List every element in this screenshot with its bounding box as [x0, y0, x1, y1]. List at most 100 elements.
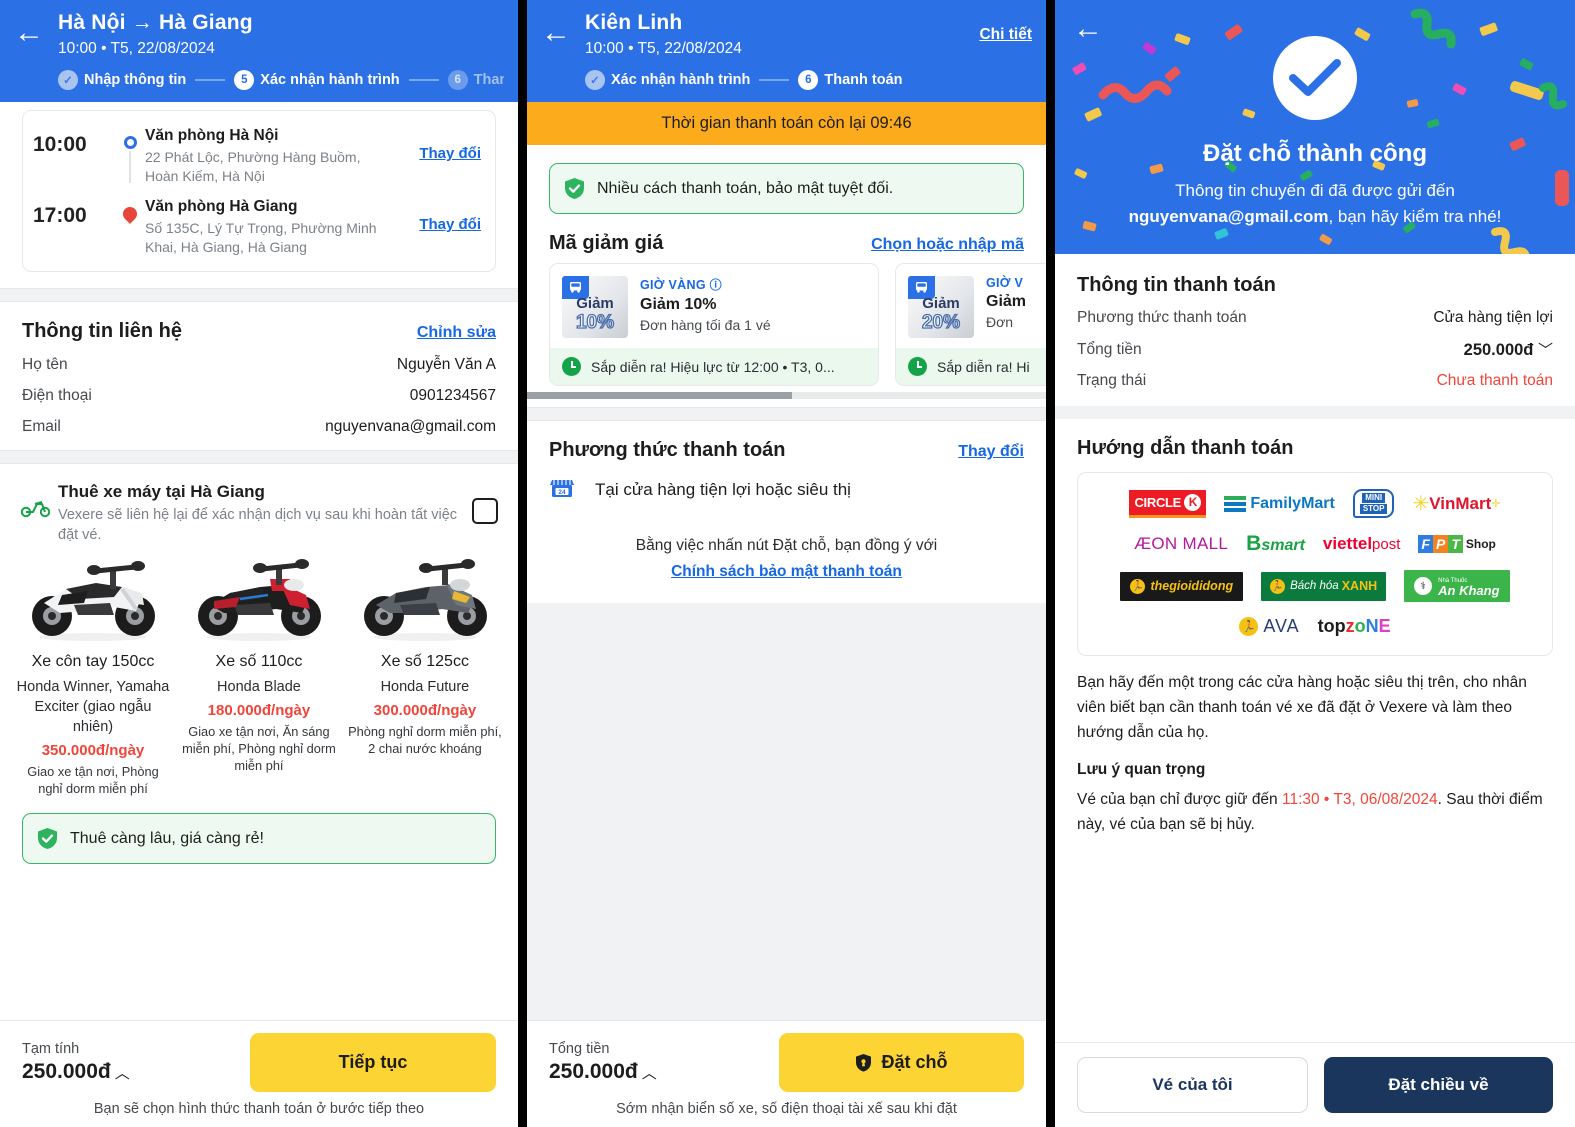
bike-options-list: Xe côn tay 150cc Honda Winner, Yamaha Ex…	[0, 551, 518, 797]
change-origin-link[interactable]: Thay đổi	[401, 125, 481, 162]
important-note-title: Lưu ý quan trọng	[1077, 761, 1206, 778]
step-label: Thanh toán	[824, 72, 903, 88]
chevron-down-icon[interactable]: ﹀	[1538, 342, 1553, 359]
payment-method-label: Tại cửa hàng tiện lợi hoặc siêu thị	[595, 479, 851, 499]
logo-row: 🏃 AVA topzoNE	[1088, 616, 1542, 637]
privacy-policy-link[interactable]: Chính sách bảo mật thanh toán	[549, 559, 1024, 585]
selected-payment-method[interactable]: 24 Tại cửa hàng tiện lợi hoặc siêu thị	[527, 462, 1046, 505]
clock-icon	[908, 357, 927, 376]
leg-rail	[115, 196, 145, 224]
coupon-thumb-percent: 10%	[575, 311, 615, 333]
logo-vinmart: ✳ VinMart ✛	[1412, 492, 1501, 515]
step-label: Nhập thông tin	[84, 72, 187, 88]
payinfo-row-total[interactable]: Tổng tiền 250.000đ ﹀	[1077, 339, 1553, 360]
rail-line	[129, 151, 131, 183]
bike-price: 350.000đ/ngày	[41, 742, 145, 759]
bike-option[interactable]: Xe số 110cc Honda Blade 180.000đ/ngày Gi…	[176, 551, 342, 797]
detail-link[interactable]: Chi tiết	[979, 10, 1032, 44]
payment-countdown-banner: Thời gian thanh toán còn lại 09:46	[527, 102, 1046, 145]
destination-pin-icon	[120, 204, 140, 224]
change-method-link[interactable]: Thay đổi	[958, 443, 1024, 461]
book-return-button[interactable]: Đặt chiều về	[1324, 1057, 1553, 1113]
logo-an-khang: ⚕ Nhà Thuốc An Khang	[1404, 570, 1510, 602]
row-label: Phương thức thanh toán	[1077, 309, 1247, 326]
panel-gap	[518, 0, 527, 1127]
panel2-body: Nhiều cách thanh toán, bảo mật tuyệt đối…	[527, 145, 1046, 1020]
back-arrow-icon[interactable]: ←	[14, 10, 58, 50]
row-value: nguyenvana@gmail.com	[325, 418, 496, 435]
logo-row: ÆON MALL Bsmart viettel post F P T Shop	[1088, 532, 1542, 556]
coupon-thumbnail: Giảm 20%	[908, 276, 974, 338]
edit-contact-link[interactable]: Chỉnh sửa	[417, 324, 496, 342]
success-subtitle: Thông tin chuyến đi đã được gửi đến nguy…	[1055, 178, 1575, 230]
motorbike-red-blade-image	[181, 551, 337, 647]
logo-thegioididong: 🏃 thegioididong	[1120, 571, 1244, 601]
panel-trip-confirmation: ← Hà Nội → Hà Giang 10:00 • T5, 22/08/20…	[0, 0, 518, 1127]
motorbike-white-manual-image	[15, 551, 171, 647]
motorbike-icon	[14, 480, 58, 522]
section-divider	[1055, 406, 1575, 419]
info-icon[interactable]: ⓘ	[710, 278, 722, 292]
book-button[interactable]: Đặt chỗ	[779, 1033, 1024, 1092]
step-number-badge: 6	[798, 70, 819, 90]
contact-title: Thông tin liên hệ	[22, 320, 182, 342]
choose-code-link[interactable]: Chọn hoặc nhập mã	[871, 236, 1024, 254]
bike-model: Honda Future	[380, 679, 470, 695]
empty-area	[527, 603, 1046, 1020]
back-arrow-icon[interactable]: ←	[1073, 14, 1103, 44]
section-divider	[0, 288, 518, 302]
coupon-card[interactable]: Giảm 20% GIỜ V Giảm Đơn Sắp diễn ra! Hi	[895, 263, 1046, 386]
contact-row-email: Email nguyenvana@gmail.com	[22, 418, 496, 436]
store-logo-grid: CIRCLE K FamilyMart MINI STOP ✳ VinMart …	[1077, 472, 1553, 656]
continue-button[interactable]: Tiếp tục	[250, 1033, 496, 1092]
check-circle-icon	[1273, 36, 1357, 120]
scrollbar-thumb[interactable]	[527, 392, 792, 399]
panel2-bottom-bar: Tổng tiền 250.000đ ︿ Đặt chỗ Sớm nhận biể…	[527, 1020, 1046, 1127]
bike-perks: Giao xe tận nơi, Phòng nghỉ dorm miễn ph…	[27, 764, 159, 796]
bottom-hint: Bạn sẽ chọn hình thức thanh toán ở bước …	[93, 1101, 425, 1117]
rental-checkbox[interactable]	[472, 498, 498, 524]
coupon-card[interactable]: Giảm 10% GIỜ VÀNG ⓘ Giảm 10% Đơn hàng tố…	[549, 263, 879, 386]
coupon-tag-text: GIỜ VÀNG	[640, 278, 706, 292]
change-destination-link[interactable]: Thay đổi	[401, 196, 481, 233]
trip-leg-destination: 17:00 Văn phòng Hà Giang Số 135C, Lý Tự …	[33, 196, 481, 257]
total-amount: 250.000đ	[549, 1060, 638, 1083]
step-check-icon: ✓	[58, 70, 78, 90]
step-check-icon: ✓	[585, 70, 605, 90]
step-label: Thanh	[473, 72, 504, 88]
step-item[interactable]: ✓ Nhập thông tin	[58, 70, 186, 90]
panel-payment: ← Kiên Linh 10:00 • T5, 22/08/2024 Chi t…	[527, 0, 1046, 1127]
bike-model: Honda Winner, Yamaha Exciter (giao ngẫu …	[16, 679, 170, 735]
security-text: Nhiều cách thanh toán, bảo mật tuyệt đối…	[597, 179, 894, 197]
bike-option[interactable]: Xe côn tay 150cc Honda Winner, Yamaha Ex…	[10, 551, 176, 797]
bike-price: 180.000đ/ngày	[207, 702, 311, 719]
coupon-carousel[interactable]: Giảm 10% GIỜ VÀNG ⓘ Giảm 10% Đơn hàng tố…	[527, 259, 1046, 386]
step-number-badge: 6	[447, 70, 468, 90]
bike-option[interactable]: Xe số 125cc Honda Future 300.000đ/ngày P…	[342, 551, 508, 797]
chevron-up-icon[interactable]: ︿	[642, 1065, 657, 1082]
coupon-scrollbar[interactable]	[527, 392, 1046, 399]
coupon-footer: Sắp diễn ra! Hi	[937, 358, 1030, 375]
step-item[interactable]: 5 Xác nhận hành trình	[234, 70, 400, 90]
panel-gap	[1046, 0, 1055, 1127]
total-block[interactable]: Tạm tính 250.000đ ︿	[22, 1041, 130, 1084]
panel1-header: ← Hà Nội → Hà Giang 10:00 • T5, 22/08/20…	[0, 0, 518, 102]
bike-model: Honda Blade	[217, 679, 301, 695]
payinfo-row-method: Phương thức thanh toán Cửa hàng tiện lợi	[1077, 309, 1553, 327]
panel2-header: ← Kiên Linh 10:00 • T5, 22/08/2024 Chi t…	[527, 0, 1046, 102]
leg-name: Văn phòng Hà Nội	[145, 127, 279, 144]
back-arrow-icon[interactable]: ←	[541, 10, 585, 50]
row-value: 0901234567	[409, 387, 496, 404]
my-tickets-button[interactable]: Vé của tôi	[1077, 1057, 1308, 1113]
logo-familymart: FamilyMart	[1224, 495, 1335, 513]
step-item[interactable]: 6 Thanh	[447, 70, 504, 90]
step-item[interactable]: ✓ Xác nhận hành trình	[585, 70, 750, 90]
bike-name: Xe số 125cc	[380, 653, 469, 670]
step-item[interactable]: 6 Thanh toán	[798, 70, 903, 90]
trip-leg-origin: 10:00 Văn phòng Hà Nội 22 Phát Lộc, Phườ…	[33, 125, 481, 186]
logo-circle-k: CIRCLE K	[1129, 489, 1207, 518]
total-block[interactable]: Tổng tiền 250.000đ ︿	[549, 1041, 657, 1084]
success-sub-before: Thông tin chuyến đi đã được gửi đến	[1175, 181, 1455, 200]
logo-viettel-post: viettel post	[1322, 534, 1401, 553]
chevron-up-icon[interactable]: ︿	[115, 1065, 130, 1082]
